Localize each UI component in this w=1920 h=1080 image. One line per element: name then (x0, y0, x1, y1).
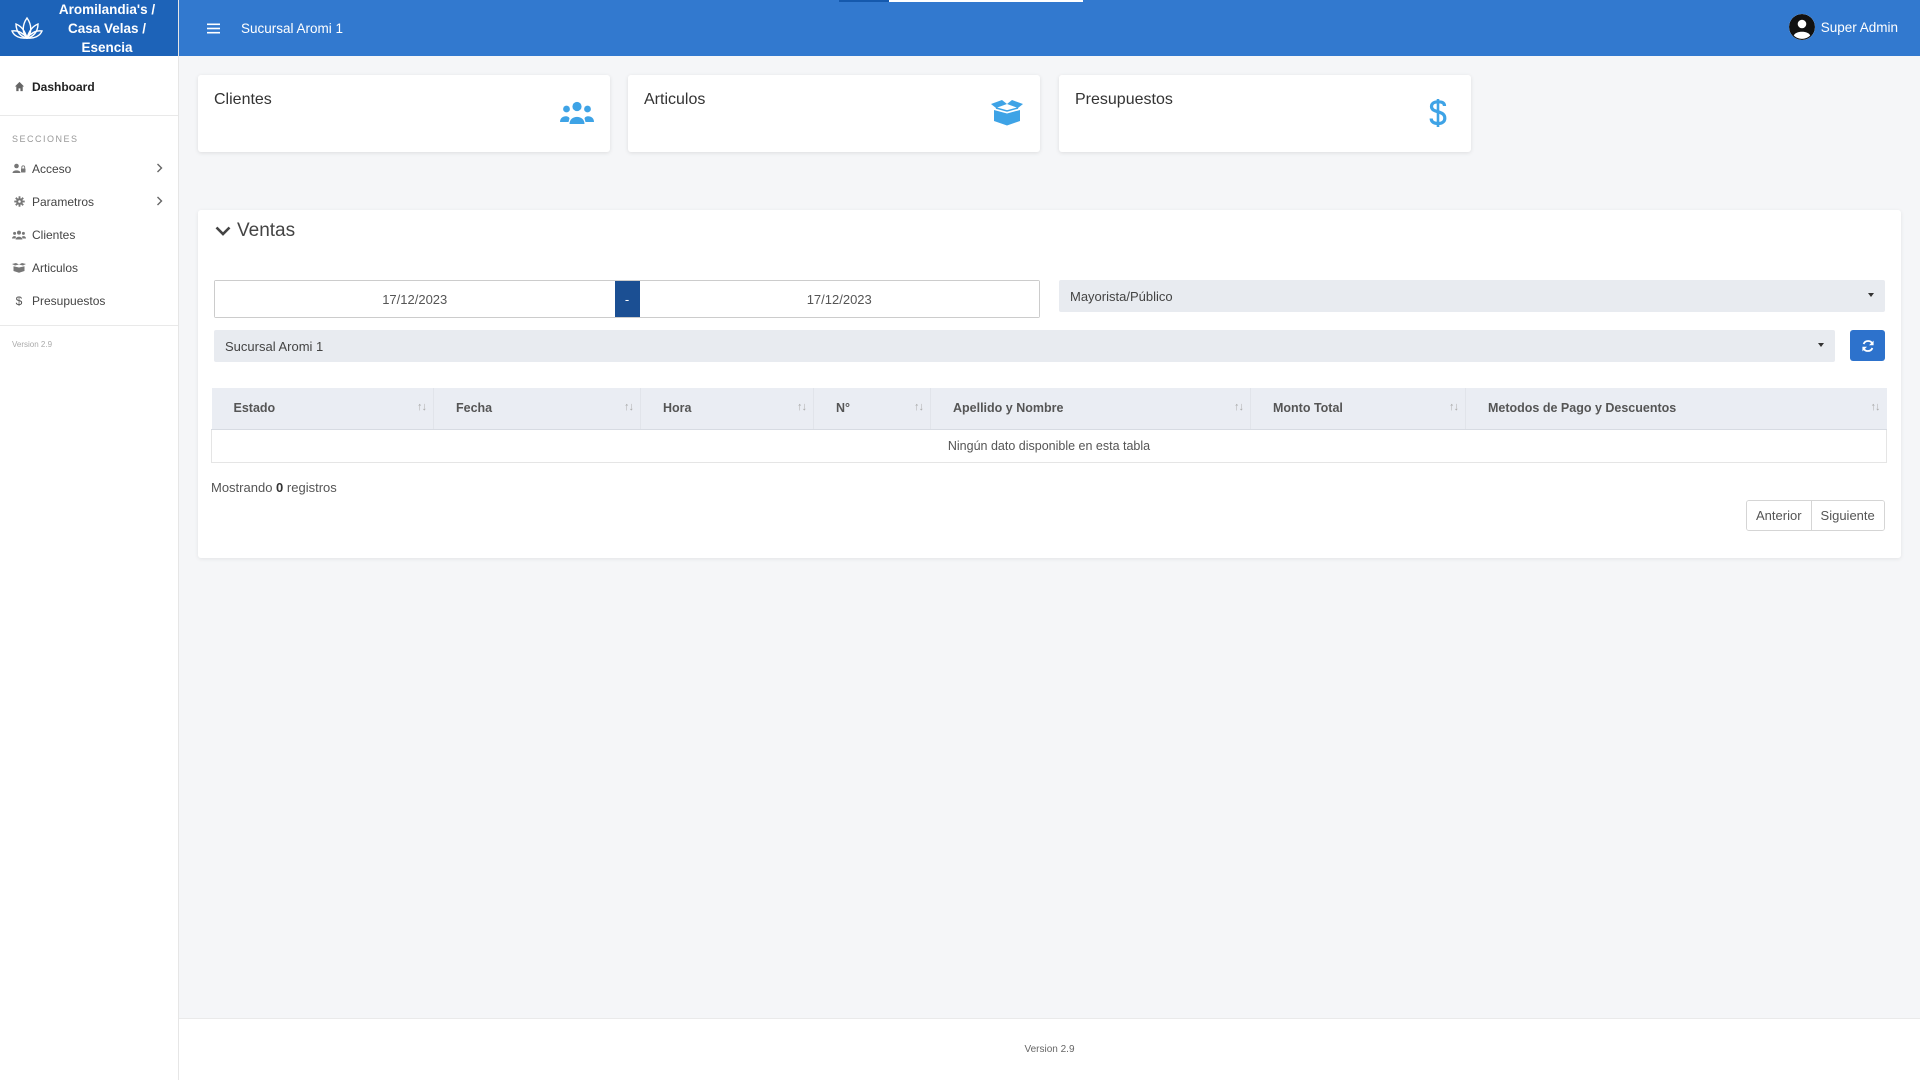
ventas-panel: Ventas - Mayorista/Público Sucursal Arom… (198, 210, 1901, 558)
brand[interactable]: Aromilandia's / Casa Velas / Esencia (0, 0, 178, 56)
sidebar-item-label: Presupuestos (32, 293, 106, 308)
table-row: Ningún dato disponible en esta tabla (211, 429, 1887, 463)
ventas-title: Ventas (237, 220, 296, 241)
column-label: Metodos de Pago y Descuentos (1488, 401, 1677, 416)
sort-icon: ↑↓ (1234, 401, 1244, 413)
dollar-icon: $ (15, 293, 23, 308)
card-articulos[interactable]: Articulos (628, 75, 1040, 152)
topbar-indicator (889, 0, 1083, 2)
date-range-separator: - (614, 281, 640, 317)
card-clientes[interactable]: Clientes (198, 75, 610, 152)
column-label: N° (836, 401, 851, 416)
current-branch: Sucursal Aromi 1 (241, 20, 344, 36)
branch-select-value: Sucursal Aromi 1 (225, 338, 324, 354)
sidebar-item-label: Dashboard (32, 79, 95, 94)
sidebar-item-label: Clientes (32, 227, 76, 242)
gear-icon (12, 195, 26, 209)
column-header-estado[interactable]: Estado ↑↓ (211, 388, 434, 430)
refresh-icon (1861, 339, 1874, 352)
card-title: Presupuestos (1075, 91, 1173, 108)
sort-icon: ↑↓ (1870, 401, 1881, 413)
sort-icon: ↑↓ (797, 401, 807, 413)
column-label: Hora (663, 401, 692, 416)
lotus-logo-icon (11, 16, 43, 39)
date-range-picker: - (214, 280, 1040, 318)
footer-version: Version 2.9 (1024, 1044, 1075, 1055)
topbar: Sucursal Aromi 1 Super Admin (179, 0, 1920, 56)
sidebar-item-dashboard[interactable]: Dashboard (0, 70, 178, 103)
column-header-metodos-pago[interactable]: Metodos de Pago y Descuentos ↑↓ (1465, 388, 1887, 430)
menu-toggle-button[interactable] (199, 14, 227, 42)
users-icon (559, 97, 595, 129)
customer-type-select[interactable]: Mayorista/Público (1059, 280, 1885, 312)
sidebar-item-parametros[interactable]: Parametros (0, 185, 178, 218)
column-label: Estado (233, 401, 276, 416)
sidebar-version: Version 2.9 (12, 340, 53, 349)
date-to-input[interactable] (639, 281, 1039, 317)
records-count: 0 (276, 480, 284, 495)
footer: Version 2.9 (179, 1018, 1920, 1080)
brand-name: Aromilandia's / Casa Velas / Esencia (58, 1, 156, 55)
branch-select[interactable]: Sucursal Aromi 1 (214, 330, 1835, 362)
sort-icon: ↑↓ (1449, 401, 1459, 413)
previous-page-button[interactable]: Anterior (1747, 501, 1811, 530)
column-label: Apellido y Nombre (953, 401, 1064, 416)
records-info-prefix: Mostrando (211, 480, 273, 495)
sidebar-item-clientes[interactable]: Clientes (0, 218, 178, 251)
user-menu[interactable]: Super Admin (1788, 14, 1898, 40)
records-info-suffix: registros (286, 480, 337, 495)
column-header-fecha[interactable]: Fecha ↑↓ (433, 388, 641, 430)
pagination: Anterior Siguiente (1746, 500, 1885, 531)
sidebar-section-title: SECCIONES (12, 134, 79, 144)
sort-icon: ↑↓ (914, 401, 924, 413)
boxes-icon (12, 261, 26, 275)
hamburger-icon (206, 23, 220, 33)
date-from-input[interactable] (215, 281, 615, 317)
column-header-numero[interactable]: N° ↑↓ (813, 388, 931, 430)
column-header-apellido-nombre[interactable]: Apellido y Nombre ↑↓ (930, 388, 1251, 430)
users-icon (12, 228, 26, 242)
box-open-icon (989, 97, 1025, 129)
refresh-button[interactable] (1850, 330, 1885, 361)
sidebar-item-presupuestos[interactable]: $ Presupuestos (0, 284, 178, 317)
ventas-table: Estado ↑↓ Fecha ↑↓ Hora ↑↓ N° ↑↓ Apellido y … (211, 388, 1887, 463)
card-title: Clientes (214, 91, 272, 108)
column-label: Monto Total (1273, 401, 1343, 416)
home-icon (12, 80, 26, 94)
next-page-button[interactable]: Siguiente (1810, 501, 1884, 530)
topbar-indicator (839, 0, 889, 2)
sidebar-item-articulos[interactable]: Articulos (0, 251, 178, 284)
column-header-monto-total[interactable]: Monto Total ↑↓ (1250, 388, 1466, 430)
dollar-icon (1420, 97, 1456, 129)
sort-icon: ↑↓ (624, 401, 634, 413)
user-avatar-icon (1788, 14, 1815, 40)
chevron-down-icon (215, 226, 231, 236)
table-empty-message: Ningún dato disponible en esta tabla (211, 429, 1887, 463)
card-title: Articulos (644, 91, 706, 108)
records-info: Mostrando 0 registros (211, 480, 337, 495)
card-presupuestos[interactable]: Presupuestos (1059, 75, 1471, 152)
users-lock-icon (12, 162, 26, 176)
chevron-right-icon (156, 162, 166, 176)
ventas-collapse-toggle[interactable]: Ventas (214, 220, 295, 242)
caret-down-icon (1868, 293, 1874, 297)
customer-type-value: Mayorista/Público (1070, 288, 1173, 304)
sidebar-item-label: Parametros (32, 194, 95, 209)
sort-icon: ↑↓ (417, 401, 427, 413)
column-header-hora[interactable]: Hora ↑↓ (640, 388, 814, 430)
sidebar-item-acceso[interactable]: Acceso (0, 152, 178, 185)
user-name: Super Admin (1820, 19, 1898, 35)
sidebar: Aromilandia's / Casa Velas / Esencia Das… (0, 0, 179, 1080)
chevron-right-icon (156, 195, 166, 209)
column-label: Fecha (456, 401, 493, 416)
sidebar-item-label: Articulos (32, 260, 79, 275)
caret-down-icon (1818, 343, 1824, 347)
sidebar-item-label: Acceso (32, 161, 72, 176)
